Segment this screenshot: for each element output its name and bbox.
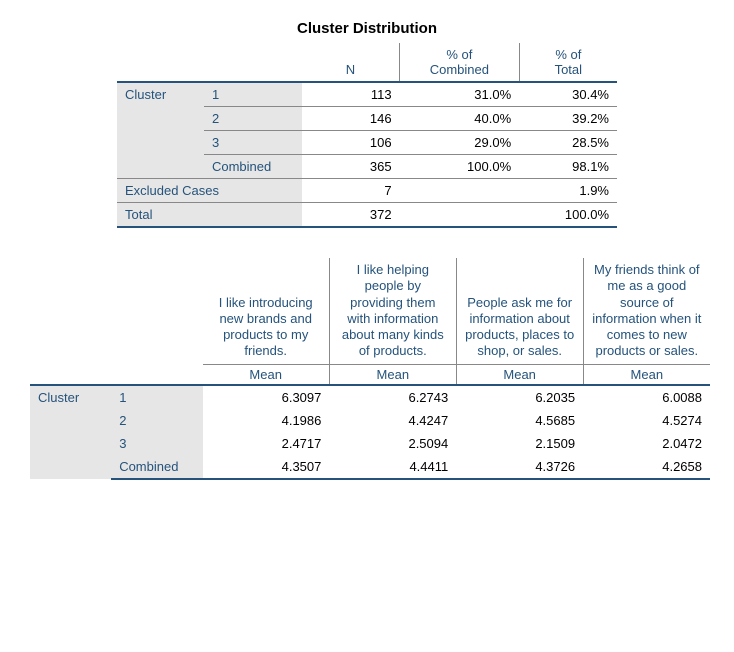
stub-cluster: Cluster: [117, 82, 204, 179]
stat-label: Mean: [456, 364, 583, 385]
cluster-means-table: I like introducing new brands and produc…: [30, 258, 710, 480]
var2-label: I like helping people by providing them …: [329, 258, 456, 364]
col-n: N: [302, 43, 400, 82]
stub-3: 3: [111, 432, 202, 455]
table-row: 2 4.1986 4.4247 4.5685 4.5274: [30, 409, 710, 432]
cell: 4.4411: [329, 455, 456, 479]
cell: 4.2658: [583, 455, 710, 479]
cell: 98.1%: [519, 155, 617, 179]
table-row: Cluster 1 113 31.0% 30.4%: [117, 82, 617, 107]
cell: 365: [302, 155, 400, 179]
cell: 2.0472: [583, 432, 710, 455]
col-pct-combined: % of Combined: [400, 43, 520, 82]
cluster-distribution-table: N % of Combined % of Total Cluster 1 113…: [117, 43, 617, 228]
stub-combined: Combined: [204, 155, 302, 179]
stub-3: 3: [204, 131, 302, 155]
cell: 2.4717: [203, 432, 330, 455]
cell: [400, 179, 520, 203]
stub-2: 2: [111, 409, 202, 432]
stat-label: Mean: [203, 364, 330, 385]
cell: [400, 203, 520, 228]
stub-cluster: Cluster: [30, 385, 111, 479]
cell: 7: [302, 179, 400, 203]
cell: 6.2035: [456, 385, 583, 409]
var3-label: People ask me for information about prod…: [456, 258, 583, 364]
variable-header-row: I like introducing new brands and produc…: [30, 258, 710, 364]
cell: 100.0%: [400, 155, 520, 179]
col-pct-total: % of Total: [519, 43, 617, 82]
stat-label: Mean: [583, 364, 710, 385]
table-row: Excluded Cases 7 1.9%: [117, 179, 617, 203]
cell: 6.3097: [203, 385, 330, 409]
cell: 39.2%: [519, 107, 617, 131]
cell: 4.4247: [329, 409, 456, 432]
stub-total: Total: [117, 203, 302, 228]
cell: 113: [302, 82, 400, 107]
stat-label: Mean: [329, 364, 456, 385]
cell: 146: [302, 107, 400, 131]
cell: 2.5094: [329, 432, 456, 455]
table-row: 3 2.4717 2.5094 2.1509 2.0472: [30, 432, 710, 455]
stub-2: 2: [204, 107, 302, 131]
cell: 29.0%: [400, 131, 520, 155]
table-row: Total 372 100.0%: [117, 203, 617, 228]
cell: 4.5685: [456, 409, 583, 432]
cell: 40.0%: [400, 107, 520, 131]
cell: 31.0%: [400, 82, 520, 107]
var1-label: I like introducing new brands and produc…: [203, 258, 330, 364]
cell: 100.0%: [519, 203, 617, 228]
stub-excluded: Excluded Cases: [117, 179, 302, 203]
cell: 4.3507: [203, 455, 330, 479]
cell: 2.1509: [456, 432, 583, 455]
cell: 30.4%: [519, 82, 617, 107]
cell: 1.9%: [519, 179, 617, 203]
page-title: Cluster Distribution: [30, 20, 704, 37]
cell: 4.1986: [203, 409, 330, 432]
table-row: Combined 4.3507 4.4411 4.3726 4.2658: [30, 455, 710, 479]
table-row: Cluster 1 6.3097 6.2743 6.2035 6.0088: [30, 385, 710, 409]
cell: 4.3726: [456, 455, 583, 479]
stat-label-row: Mean Mean Mean Mean: [30, 364, 710, 385]
stub-combined: Combined: [111, 455, 202, 479]
cell: 6.2743: [329, 385, 456, 409]
cell: 372: [302, 203, 400, 228]
var4-label: My friends think of me as a good source …: [583, 258, 710, 364]
cell: 6.0088: [583, 385, 710, 409]
stub-1: 1: [204, 82, 302, 107]
column-header-row: N % of Combined % of Total: [117, 43, 617, 82]
cell: 28.5%: [519, 131, 617, 155]
cell: 4.5274: [583, 409, 710, 432]
stub-1: 1: [111, 385, 202, 409]
cell: 106: [302, 131, 400, 155]
